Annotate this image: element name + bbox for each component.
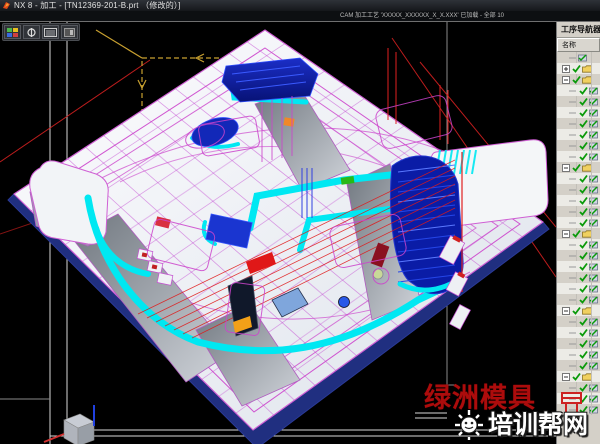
navigator-operation-row[interactable]	[557, 250, 600, 261]
cue-bar: CAM 加工工艺 'XXXXX_XXXXXX_X_X.XXX' 已加载 - 全部…	[0, 11, 600, 22]
navigator-operation-row[interactable]	[557, 206, 600, 217]
navigator-group-row[interactable]	[557, 228, 600, 239]
navigator-operation-row[interactable]	[557, 327, 600, 338]
navigator-title: 工序导航器	[557, 22, 600, 38]
navigator-operation-row[interactable]	[557, 349, 600, 360]
dock-panel-icon[interactable]	[61, 25, 78, 39]
navigator-operation-row[interactable]	[557, 338, 600, 349]
x-axis	[44, 434, 64, 442]
navigator-operation-row[interactable]	[557, 151, 600, 162]
viewport-toolbar	[2, 23, 80, 41]
navigator-group-row[interactable]	[557, 371, 600, 382]
pocket-top-left	[222, 58, 318, 102]
watermark-white: 培训帮网	[452, 409, 588, 441]
navigator-operation-row[interactable]	[557, 272, 600, 283]
mold-core-model[interactable]	[8, 30, 549, 444]
navigator-group-row[interactable]	[557, 63, 600, 74]
nx-app-icon	[2, 1, 11, 10]
operation-navigator-panel[interactable]: 工序导航器 名称	[556, 22, 600, 444]
navigator-operation-row[interactable]	[557, 107, 600, 118]
orientation-triad[interactable]	[38, 405, 94, 444]
navigator-operation-row[interactable]	[557, 239, 600, 250]
navigator-group-row[interactable]	[557, 305, 600, 316]
navigator-operation-row[interactable]	[557, 294, 600, 305]
watermark-red-text: 绿洲模具	[424, 385, 536, 412]
title-bar[interactable]: NX 8 - 加工 - [TN12369-201-B.prt （修改的）]	[0, 0, 600, 11]
navigator-operation-row[interactable]	[557, 184, 600, 195]
watermark-white-text: 培训帮网	[488, 410, 588, 440]
navigator-operation-row[interactable]	[557, 85, 600, 96]
navigator-group-row[interactable]	[557, 52, 600, 63]
navigator-operation-row[interactable]	[557, 360, 600, 371]
navigator-operation-row[interactable]	[557, 96, 600, 107]
cue-status-text: CAM 加工工艺 'XXXXX_XXXXXX_X_X.XXX' 已加载 - 全部…	[340, 13, 504, 19]
navigator-operation-row[interactable]	[557, 283, 600, 294]
graphics-viewport[interactable]	[0, 22, 556, 444]
navigator-operation-row[interactable]	[557, 118, 600, 129]
navigator-tree[interactable]	[557, 52, 600, 415]
sun-logo-icon	[452, 409, 486, 441]
navigator-operation-row[interactable]	[557, 261, 600, 272]
nx-application-window: NX 8 - 加工 - [TN12369-201-B.prt （修改的）] CA…	[0, 0, 600, 444]
navigator-group-row[interactable]	[557, 74, 600, 85]
grid-keyboard-icon[interactable]	[42, 25, 59, 39]
navigator-operation-row[interactable]	[557, 129, 600, 140]
navigator-operation-row[interactable]	[557, 140, 600, 151]
navigator-column-name[interactable]: 名称	[557, 38, 600, 52]
navigator-operation-row[interactable]	[557, 217, 600, 228]
window-title: NX 8 - 加工 - [TN12369-201-B.prt （修改的）]	[14, 2, 181, 10]
view-style-icon[interactable]	[4, 25, 21, 39]
navigator-operation-row[interactable]	[557, 316, 600, 327]
navigator-group-row[interactable]	[557, 162, 600, 173]
cad-scene[interactable]	[0, 22, 556, 444]
circle-phi-icon[interactable]	[23, 25, 40, 39]
navigator-operation-row[interactable]	[557, 195, 600, 206]
navigator-operation-row[interactable]	[557, 173, 600, 184]
